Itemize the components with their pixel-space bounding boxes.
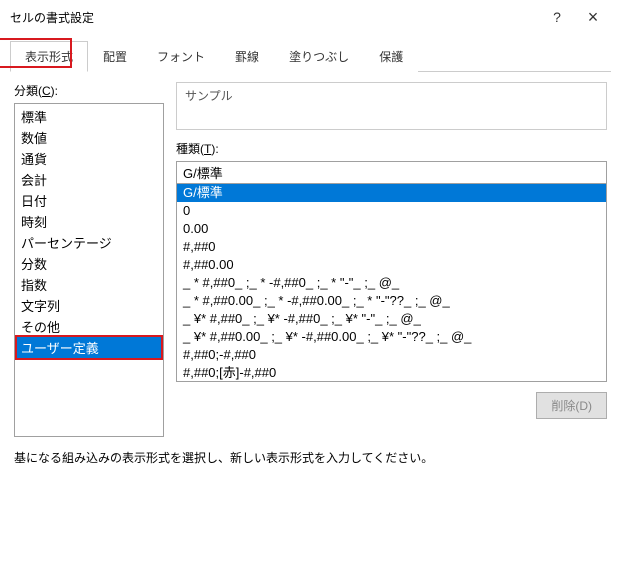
type-label-suffix: ): — [211, 142, 218, 156]
titlebar: セルの書式設定 ? × — [0, 0, 621, 34]
category-item[interactable]: 分数 — [17, 253, 161, 274]
tabs-container: 表示形式配置フォント罫線塗りつぶし保護 — [0, 40, 621, 72]
category-item[interactable]: ユーザー定義 — [17, 337, 161, 358]
format-item[interactable]: 0 — [177, 202, 606, 220]
type-label: 種類(T): — [176, 140, 607, 157]
category-item[interactable]: 通貨 — [17, 148, 161, 169]
tab-3[interactable]: 罫線 — [220, 41, 274, 72]
tab-4[interactable]: 塗りつぶし — [274, 41, 364, 72]
sample-box: サンプル — [176, 82, 607, 130]
format-item[interactable]: _ ¥* #,##0_ ;_ ¥* -#,##0_ ;_ ¥* "-"_ ;_ … — [177, 310, 606, 328]
tab-5[interactable]: 保護 — [364, 41, 418, 72]
dialog-title: セルの書式設定 — [10, 9, 539, 26]
format-item[interactable]: #,##0 — [177, 238, 606, 256]
category-item[interactable]: パーセンテージ — [17, 232, 161, 253]
format-item[interactable]: _ * #,##0_ ;_ * -#,##0_ ;_ * "-"_ ;_ @_ — [177, 274, 606, 292]
category-item[interactable]: 会計 — [17, 169, 161, 190]
button-row: 削除(D) — [176, 392, 607, 419]
category-item[interactable]: 文字列 — [17, 295, 161, 316]
detail-column: サンプル 種類(T): G/標準00.00#,##0#,##0.00_ * #,… — [176, 82, 607, 437]
format-item[interactable]: _ * #,##0.00_ ;_ * -#,##0.00_ ;_ * "-"??… — [177, 292, 606, 310]
format-item[interactable]: G/標準 — [177, 184, 606, 202]
category-label-suffix: ): — [51, 84, 58, 98]
help-button[interactable]: ? — [539, 4, 575, 30]
category-label-key: C — [42, 84, 51, 98]
sample-label: サンプル — [185, 87, 598, 104]
highlight-box-tab — [0, 38, 72, 68]
close-button[interactable]: × — [575, 4, 611, 30]
format-item[interactable]: #,##0;-#,##0 — [177, 346, 606, 364]
type-label-prefix: 種類( — [176, 142, 204, 156]
type-input[interactable] — [176, 161, 607, 184]
category-item[interactable]: 標準 — [17, 106, 161, 127]
category-item[interactable]: 指数 — [17, 274, 161, 295]
category-item[interactable]: 時刻 — [17, 211, 161, 232]
format-item[interactable]: 0.00 — [177, 220, 606, 238]
format-listbox[interactable]: G/標準00.00#,##0#,##0.00_ * #,##0_ ;_ * -#… — [176, 184, 607, 382]
category-item[interactable]: 日付 — [17, 190, 161, 211]
category-column: 分類(C): 標準数値通貨会計日付時刻パーセンテージ分数指数文字列その他ユーザー… — [14, 82, 164, 437]
format-cells-dialog: セルの書式設定 ? × 表示形式配置フォント罫線塗りつぶし保護 分類(C): 標… — [0, 0, 621, 480]
dialog-body: 分類(C): 標準数値通貨会計日付時刻パーセンテージ分数指数文字列その他ユーザー… — [0, 72, 621, 443]
category-item[interactable]: 数値 — [17, 127, 161, 148]
tab-2[interactable]: フォント — [142, 41, 220, 72]
format-item[interactable]: _ ¥* #,##0.00_ ;_ ¥* -#,##0.00_ ;_ ¥* "-… — [177, 328, 606, 346]
delete-button[interactable]: 削除(D) — [536, 392, 607, 419]
format-item[interactable]: #,##0;[赤]-#,##0 — [177, 364, 606, 382]
highlight-box-category — [15, 335, 163, 360]
category-label-prefix: 分類( — [14, 84, 42, 98]
footer-text: 基になる組み込みの表示形式を選択し、新しい表示形式を入力してください。 — [0, 443, 621, 480]
category-label: 分類(C): — [14, 82, 164, 99]
tab-1[interactable]: 配置 — [88, 41, 142, 72]
category-item[interactable]: その他 — [17, 316, 161, 337]
tab-strip: 表示形式配置フォント罫線塗りつぶし保護 — [10, 40, 611, 72]
format-item[interactable]: #,##0.00 — [177, 256, 606, 274]
category-listbox[interactable]: 標準数値通貨会計日付時刻パーセンテージ分数指数文字列その他ユーザー定義 — [14, 103, 164, 437]
